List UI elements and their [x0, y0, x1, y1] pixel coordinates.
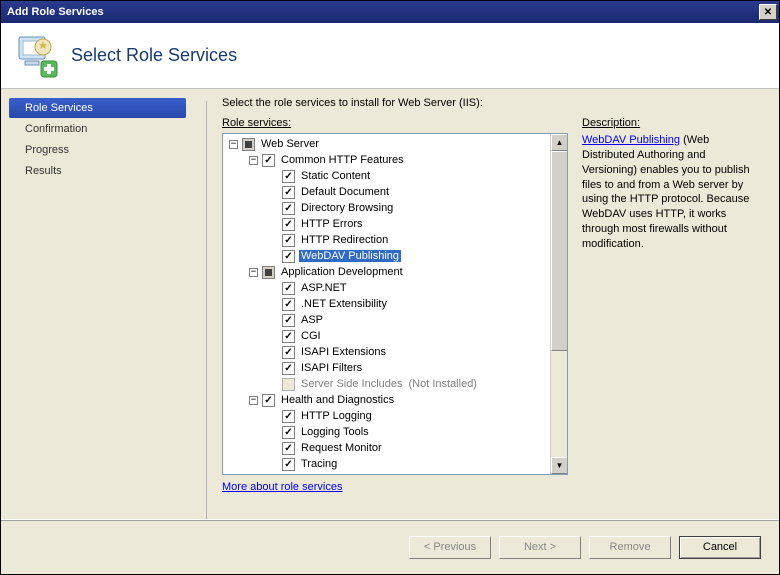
tree-node-label[interactable]: ISAPI Extensions — [299, 346, 388, 358]
sidebar-item-confirmation[interactable]: Confirmation — [9, 119, 186, 139]
tree-node[interactable]: Default Document — [223, 184, 567, 200]
tree-node[interactable]: Static Content — [223, 168, 567, 184]
tree-node-label[interactable]: Static Content — [299, 170, 372, 182]
checkbox[interactable] — [282, 410, 295, 423]
tree-node-label[interactable]: Directory Browsing — [299, 202, 395, 214]
tree-node-label[interactable]: ISAPI Filters — [299, 362, 364, 374]
checkbox[interactable] — [282, 218, 295, 231]
tree-node[interactable]: HTTP Errors — [223, 216, 567, 232]
description-body: (Web Distributed Authoring and Versionin… — [582, 134, 750, 250]
header-icon — [13, 33, 59, 79]
tree-node[interactable]: HTTP Logging — [223, 408, 567, 424]
checkbox[interactable] — [282, 250, 295, 263]
tree-node[interactable]: − Application Development — [223, 264, 567, 280]
tree-node[interactable]: WebDAV Publishing — [223, 248, 567, 264]
tree-node-label[interactable]: HTTP Logging — [299, 410, 374, 422]
checkbox[interactable] — [282, 346, 295, 359]
remove-button: Remove — [589, 536, 671, 559]
tree-node[interactable]: Directory Browsing — [223, 200, 567, 216]
wizard-steps-sidebar: Role ServicesConfirmationProgressResults — [1, 89, 194, 519]
close-button[interactable]: ✕ — [759, 4, 777, 20]
role-services-tree[interactable]: −Web Server−Common HTTP FeaturesStatic C… — [222, 133, 568, 475]
checkbox[interactable] — [242, 138, 255, 151]
checkbox[interactable] — [282, 282, 295, 295]
tree-node[interactable]: Logging Tools — [223, 424, 567, 440]
checkbox[interactable] — [282, 442, 295, 455]
checkbox[interactable] — [282, 330, 295, 343]
instruction-text: Select the role services to install for … — [222, 97, 769, 109]
tree-node-label[interactable]: HTTP Errors — [299, 218, 365, 230]
checkbox[interactable] — [282, 426, 295, 439]
tree-node[interactable]: − Health and Diagnostics — [223, 392, 567, 408]
checkbox[interactable] — [282, 170, 295, 183]
tree-node[interactable]: − Common HTTP Features — [223, 152, 567, 168]
checkbox — [282, 378, 295, 391]
checkbox[interactable] — [282, 362, 295, 375]
description-link[interactable]: WebDAV Publishing — [582, 134, 680, 146]
tree-node[interactable]: ASP.NET — [223, 280, 567, 296]
close-icon: ✕ — [764, 7, 772, 18]
checkbox[interactable] — [282, 458, 295, 471]
tree-node[interactable]: ISAPI Extensions — [223, 344, 567, 360]
checkbox[interactable] — [262, 154, 275, 167]
tree-node-label[interactable]: ASP — [299, 314, 325, 326]
tree-node-label[interactable]: Default Document — [299, 186, 391, 198]
tree-node[interactable]: .NET Extensibility — [223, 296, 567, 312]
tree-node-label[interactable]: CGI — [299, 330, 323, 342]
checkbox[interactable] — [282, 234, 295, 247]
checkbox[interactable] — [282, 298, 295, 311]
sidebar-item-results[interactable]: Results — [9, 161, 186, 181]
role-services-label: Role services: — [222, 117, 291, 129]
separator — [206, 101, 207, 519]
page-title: Select Role Services — [71, 45, 237, 66]
scroll-thumb[interactable] — [551, 151, 568, 351]
description-label: Description: — [582, 117, 640, 129]
title-bar: Add Role Services ✕ — [1, 1, 779, 23]
checkbox[interactable] — [282, 314, 295, 327]
tree-node[interactable]: Request Monitor — [223, 440, 567, 456]
scroll-down-button[interactable]: ▼ — [551, 457, 568, 474]
tree-node[interactable]: − Web Server — [223, 136, 567, 152]
checkbox[interactable] — [262, 394, 275, 407]
tree-node-label[interactable]: Request Monitor — [299, 442, 384, 454]
window-title: Add Role Services — [7, 6, 759, 18]
previous-button: < Previous — [409, 536, 491, 559]
tree-node-label[interactable]: Health and Diagnostics — [279, 394, 396, 406]
next-button: Next > — [499, 536, 581, 559]
more-about-link[interactable]: More about role services — [222, 481, 342, 493]
tree-node[interactable]: ASP — [223, 312, 567, 328]
checkbox[interactable] — [262, 266, 275, 279]
checkbox[interactable] — [282, 202, 295, 215]
collapse-icon[interactable]: − — [249, 156, 258, 165]
tree-node-label[interactable]: Application Development — [279, 266, 405, 278]
tree-node[interactable]: CGI — [223, 328, 567, 344]
description-text: WebDAV Publishing (Web Distributed Autho… — [582, 133, 763, 252]
sidebar-item-progress[interactable]: Progress — [9, 140, 186, 160]
checkbox[interactable] — [282, 186, 295, 199]
tree-node[interactable]: Server Side Includes (Not Installed) — [223, 376, 567, 392]
tree-node-label[interactable]: .NET Extensibility — [299, 298, 389, 310]
tree-node-label[interactable]: Common HTTP Features — [279, 154, 406, 166]
cancel-button[interactable]: Cancel — [679, 536, 761, 559]
tree-node-label[interactable]: ASP.NET — [299, 282, 349, 294]
collapse-icon[interactable]: − — [249, 396, 258, 405]
tree-node[interactable]: Tracing — [223, 456, 567, 472]
tree-node[interactable]: HTTP Redirection — [223, 232, 567, 248]
scroll-up-button[interactable]: ▲ — [551, 134, 568, 151]
collapse-icon[interactable]: − — [249, 268, 258, 277]
scrollbar[interactable]: ▲ ▼ — [550, 134, 567, 474]
tree-node-status: (Not Installed) — [409, 378, 477, 390]
wizard-header: Select Role Services — [1, 23, 779, 89]
tree-node-label[interactable]: WebDAV Publishing — [299, 250, 401, 262]
wizard-footer: < Previous Next > Remove Cancel — [1, 519, 779, 574]
tree-node-label[interactable]: Tracing — [299, 458, 339, 470]
sidebar-item-role-services[interactable]: Role Services — [9, 98, 186, 118]
tree-node-label[interactable]: Server Side Includes — [299, 378, 405, 390]
collapse-icon[interactable]: − — [229, 140, 238, 149]
tree-node[interactable]: ISAPI Filters — [223, 360, 567, 376]
tree-node-label[interactable]: Logging Tools — [299, 426, 371, 438]
tree-node-label[interactable]: HTTP Redirection — [299, 234, 390, 246]
tree-node-label[interactable]: Web Server — [259, 138, 321, 150]
